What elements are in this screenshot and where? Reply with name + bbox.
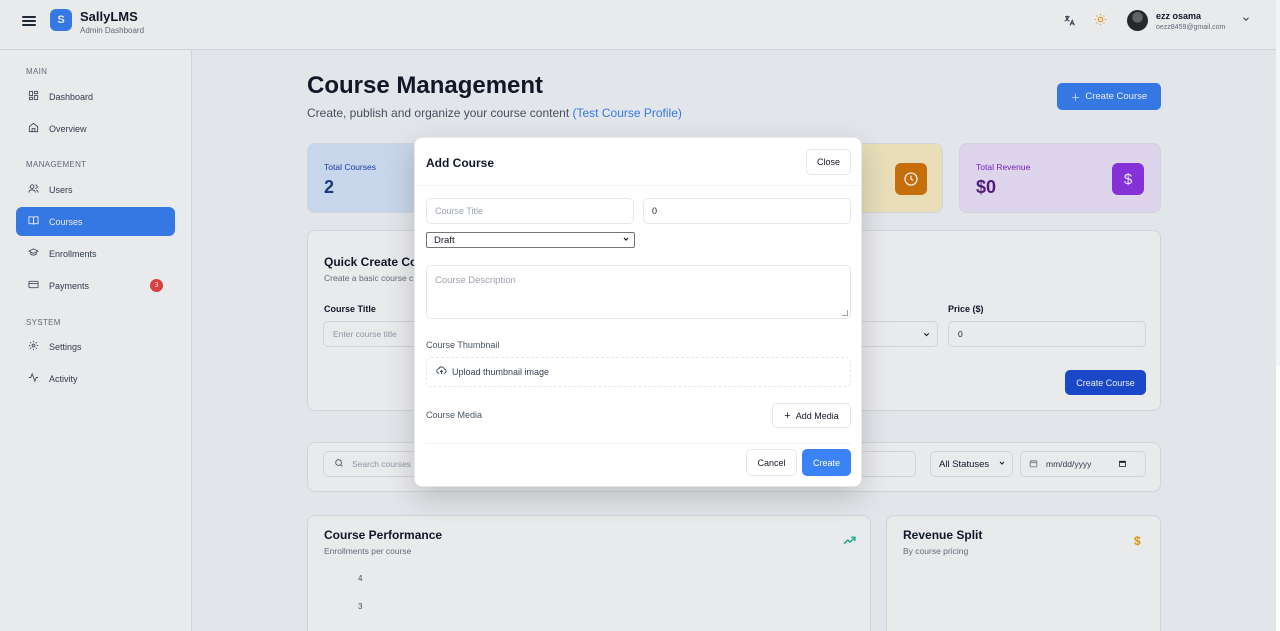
modal-divider (415, 185, 861, 186)
scrollbar-thumb[interactable] (1276, 366, 1280, 631)
add-course-modal: Add Course Close Course Title 0 Draft Co… (414, 137, 862, 487)
thumbnail-label: Course Thumbnail (426, 340, 500, 350)
status-select-value: Draft (434, 234, 455, 246)
cloud-upload-icon (436, 365, 447, 379)
cancel-button[interactable]: Cancel (746, 449, 797, 476)
course-title-field[interactable]: Course Title (426, 198, 634, 224)
close-button[interactable]: Close (806, 149, 851, 175)
plus-icon: + (784, 409, 791, 422)
status-select[interactable]: Draft (426, 232, 635, 248)
chevron-down-icon (622, 235, 630, 245)
add-media-button[interactable]: + Add Media (772, 403, 851, 428)
resize-handle[interactable] (842, 310, 848, 316)
description-placeholder: Course Description (435, 275, 516, 286)
upload-label: Upload thumbnail image (452, 367, 550, 377)
media-label: Course Media (426, 410, 483, 420)
add-media-label: Add Media (795, 410, 839, 421)
price-field[interactable]: 0 (643, 198, 851, 224)
course-description-field[interactable]: Course Description (426, 265, 851, 319)
modal-footer-divider (426, 443, 851, 444)
create-button[interactable]: Create (802, 449, 851, 476)
upload-thumbnail-button[interactable]: Upload thumbnail image (426, 357, 851, 387)
modal-title: Add Course (426, 156, 495, 170)
